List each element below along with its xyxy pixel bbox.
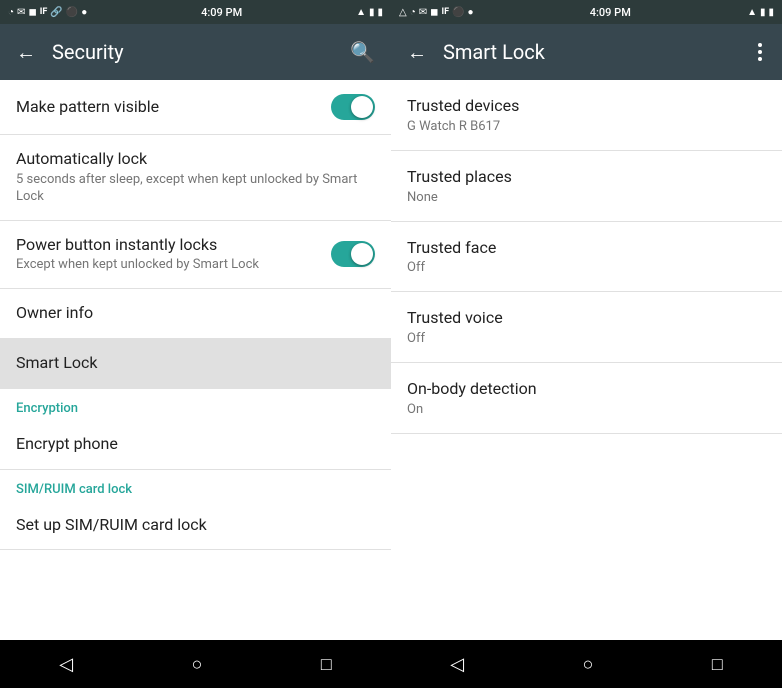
trusted-devices-title: Trusted devices: [407, 96, 766, 117]
encrypt-phone-item[interactable]: Encrypt phone: [0, 420, 391, 470]
dot3: [758, 57, 762, 61]
nav-bar-right: ◁ ○ □: [391, 640, 782, 688]
signal-icon: ▮: [369, 7, 375, 18]
security-content: Make pattern visible Automatically lock …: [0, 80, 391, 640]
nav-home-left[interactable]: ○: [192, 654, 203, 675]
power-button-lock-toggle[interactable]: [331, 241, 375, 267]
toggle-thumb-2: [351, 243, 373, 265]
on-body-detection-title: On-body detection: [407, 379, 766, 400]
trusted-face-title: Trusted face: [407, 238, 766, 259]
make-pattern-visible-title: Make pattern visible: [16, 97, 331, 118]
trusted-voice-subtitle: Off: [407, 331, 766, 346]
photo-icon: ◼: [28, 7, 36, 18]
warning-icon-r: △: [399, 7, 407, 18]
status-icons-right: ▲ ▮ ▮: [356, 7, 383, 18]
photo-icon-r: ◼: [430, 7, 438, 18]
msg-icon-r: ✉: [419, 7, 427, 18]
sim-header: SIM/RUIM card lock: [0, 470, 391, 501]
sim-lock-item[interactable]: Set up SIM/RUIM card lock: [0, 501, 391, 551]
power-button-lock-title: Power button instantly locks: [16, 235, 331, 256]
status-icons-left: ◔ ✉ ◼ IF 🔗 ⚫ ●: [8, 7, 87, 18]
security-screen: ◔ ✉ ◼ IF 🔗 ⚫ ● 4:09 PM ▲ ▮ ▮ ← Security …: [0, 0, 391, 688]
trusted-devices-subtitle: G Watch R B617: [407, 119, 766, 134]
if-icon: IF: [40, 7, 48, 17]
back-button[interactable]: ←: [16, 40, 36, 65]
alarm-icon-r: ●: [467, 7, 473, 18]
link-icon: 🔗: [50, 7, 62, 18]
trusted-places-item[interactable]: Trusted places None: [391, 151, 782, 222]
auto-lock-item[interactable]: Automatically lock 5 seconds after sleep…: [0, 135, 391, 221]
trusted-places-title: Trusted places: [407, 167, 766, 188]
trusted-voice-item[interactable]: Trusted voice Off: [391, 292, 782, 363]
trusted-voice-title: Trusted voice: [407, 308, 766, 329]
smart-lock-screen: △ ◔ ✉ ◼ IF ⚫ ● 4:09 PM ▲ ▮ ▮ ← Smart Loc…: [391, 0, 782, 688]
toggle-thumb: [351, 96, 373, 118]
status-bar-right: △ ◔ ✉ ◼ IF ⚫ ● 4:09 PM ▲ ▮ ▮: [391, 0, 782, 24]
dot2: [758, 50, 762, 54]
whatsapp-icon-r: ◔: [410, 7, 416, 18]
trusted-face-subtitle: Off: [407, 260, 766, 275]
sim-lock-title: Set up SIM/RUIM card lock: [16, 515, 375, 536]
on-body-detection-subtitle: On: [407, 402, 766, 417]
bt-icon: ⚫: [66, 7, 78, 18]
bt-icon-r: ⚫: [452, 7, 464, 18]
status-bar-left: ◔ ✉ ◼ IF 🔗 ⚫ ● 4:09 PM ▲ ▮ ▮: [0, 0, 391, 24]
nav-recents-right[interactable]: □: [712, 654, 723, 675]
auto-lock-subtitle: 5 seconds after sleep, except when kept …: [16, 172, 375, 206]
nav-bar-left: ◁ ○ □: [0, 640, 391, 688]
wifi-icon-r: ▲: [747, 7, 757, 18]
whatsapp-icon: ◔: [8, 7, 14, 18]
battery-icon: ▮: [377, 7, 383, 18]
make-pattern-visible-toggle[interactable]: [331, 94, 375, 120]
smart-lock-content: Trusted devices G Watch R B617 Trusted p…: [391, 80, 782, 640]
wifi-icon: ▲: [356, 7, 366, 18]
if-icon-r: IF: [441, 7, 449, 17]
encrypt-phone-title: Encrypt phone: [16, 434, 375, 455]
status-icons-right-left: △ ◔ ✉ ◼ IF ⚫ ●: [399, 7, 474, 18]
more-options-button[interactable]: [754, 39, 766, 65]
smart-lock-item[interactable]: Smart Lock: [0, 339, 391, 389]
owner-info-item[interactable]: Owner info: [0, 289, 391, 339]
power-button-lock-subtitle: Except when kept unlocked by Smart Lock: [16, 257, 331, 274]
security-toolbar: ← Security 🔍: [0, 24, 391, 80]
smart-lock-toolbar: ← Smart Lock: [391, 24, 782, 80]
status-icons-right-right: ▲ ▮ ▮: [747, 7, 774, 18]
nav-back-left[interactable]: ◁: [59, 654, 73, 675]
battery-icon-r: ▮: [768, 7, 774, 18]
security-title: Security: [52, 40, 334, 64]
make-pattern-visible-item[interactable]: Make pattern visible: [0, 80, 391, 135]
smart-lock-back-button[interactable]: ←: [407, 40, 427, 65]
on-body-detection-item[interactable]: On-body detection On: [391, 363, 782, 434]
alarm-icon: ●: [81, 7, 87, 18]
msg-icon: ✉: [17, 7, 25, 18]
signal-icon-r: ▮: [760, 7, 766, 18]
smart-lock-title: Smart Lock: [443, 40, 738, 64]
nav-home-right[interactable]: ○: [583, 654, 594, 675]
smart-lock-title: Smart Lock: [16, 353, 375, 374]
search-button[interactable]: 🔍: [350, 40, 375, 64]
dot1: [758, 43, 762, 47]
nav-recents-left[interactable]: □: [321, 654, 332, 675]
owner-info-title: Owner info: [16, 303, 375, 324]
nav-back-right[interactable]: ◁: [450, 654, 464, 675]
encryption-header: Encryption: [0, 389, 391, 420]
status-time-right: 4:09 PM: [590, 6, 631, 19]
trusted-face-item[interactable]: Trusted face Off: [391, 222, 782, 293]
power-button-lock-item[interactable]: Power button instantly locks Except when…: [0, 221, 391, 290]
status-time-left: 4:09 PM: [201, 6, 242, 19]
trusted-devices-item[interactable]: Trusted devices G Watch R B617: [391, 80, 782, 151]
trusted-places-subtitle: None: [407, 190, 766, 205]
auto-lock-title: Automatically lock: [16, 149, 375, 170]
